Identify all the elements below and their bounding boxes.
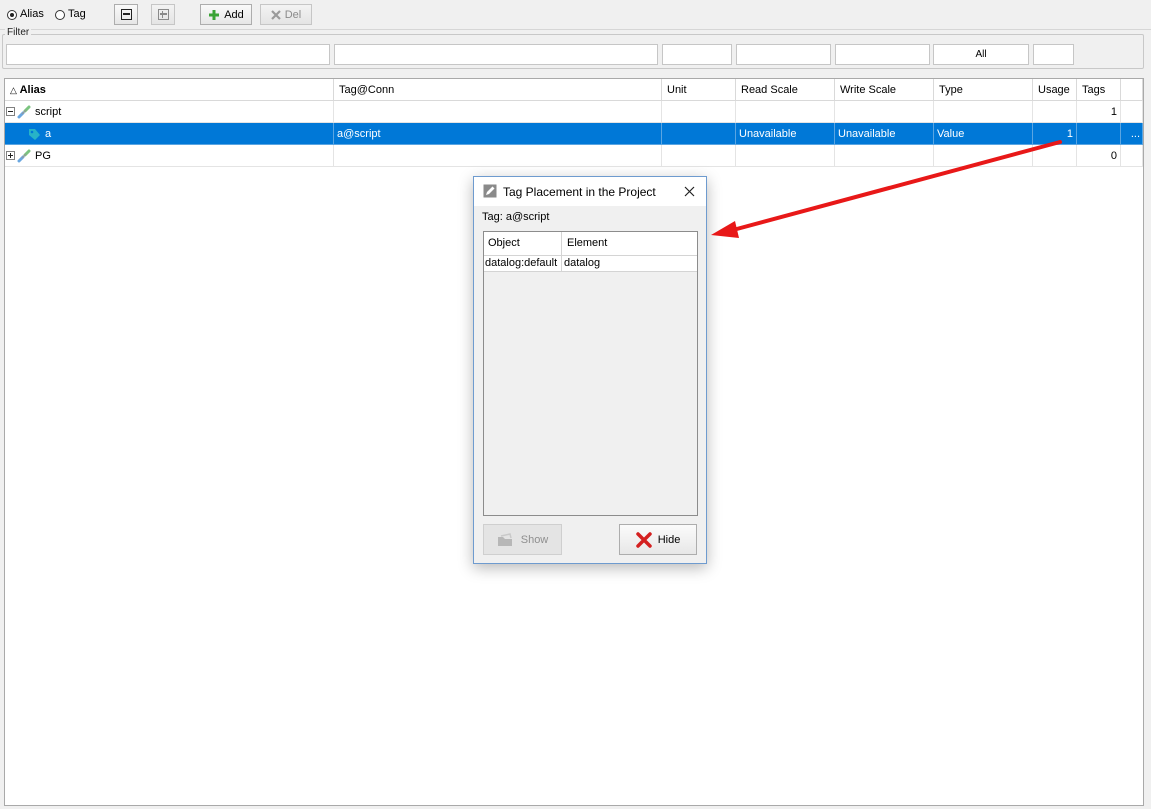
connection-link-icon (17, 149, 31, 163)
tag-icon (29, 129, 40, 140)
filter-tagconn-input[interactable] (334, 44, 658, 65)
collapse-icon (120, 9, 132, 20)
show-folder-icon (497, 532, 512, 546)
expand-all-button[interactable] (151, 4, 175, 25)
filter-legend: Filter (5, 27, 32, 38)
toolbar-divider (0, 29, 1151, 30)
alias-radio-label[interactable]: Alias (20, 8, 44, 20)
tag-radio[interactable] (55, 10, 65, 20)
unit-cell (662, 123, 736, 145)
header-type[interactable]: Type (934, 79, 1033, 101)
header-object[interactable]: Object (484, 232, 562, 255)
header-alias[interactable]: △ Alias (5, 79, 334, 101)
add-button[interactable]: Add (200, 4, 252, 25)
unit-cell (662, 145, 736, 167)
table-row[interactable]: script 1 (5, 101, 1143, 123)
tag-conn-cell (334, 101, 662, 123)
collapse-node-icon[interactable] (6, 107, 15, 116)
header-alias-label: Alias (19, 84, 46, 96)
tags-cell: 1 (1077, 101, 1121, 123)
tag-radio-label[interactable]: Tag (68, 8, 86, 20)
alias-name: a (45, 128, 52, 140)
dialog-tag-label: Tag: a@script (482, 211, 550, 223)
add-button-label: Add (224, 8, 244, 21)
usage-cell (1033, 101, 1077, 123)
placement-table: Object Element datalog:default datalog (483, 231, 698, 516)
collapse-all-button[interactable] (114, 4, 138, 25)
alias-cell: script (5, 101, 334, 123)
alias-cell: a (5, 123, 334, 145)
usage-cell[interactable]: 1 (1033, 123, 1077, 145)
tags-cell: 0 (1077, 145, 1121, 167)
header-extra (1121, 79, 1143, 101)
alias-cell: PG (5, 145, 334, 167)
filter-readscale-input[interactable] (736, 44, 831, 65)
tag-placement-dialog: Tag Placement in the Project Tag: a@scri… (473, 176, 707, 564)
filter-usage-input[interactable] (1033, 44, 1074, 65)
extra-cell (1121, 145, 1143, 167)
filter-unit-input[interactable] (662, 44, 732, 65)
show-button[interactable]: Show (483, 524, 562, 555)
write-scale-cell (835, 145, 934, 167)
alias-name: PG (35, 150, 51, 162)
header-element[interactable]: Element (567, 232, 607, 255)
tag-conn-cell (334, 145, 662, 167)
delete-x-icon (270, 9, 281, 20)
filter-writescale-input[interactable] (835, 44, 930, 65)
object-cell: datalog:default (484, 256, 562, 271)
tag-conn-cell: a@script (334, 123, 662, 145)
filter-alias-input[interactable] (6, 44, 330, 65)
alias-radio[interactable] (7, 10, 17, 20)
type-cell (934, 101, 1033, 123)
filter-type-select[interactable]: All (933, 44, 1029, 65)
type-cell: Value (934, 123, 1033, 145)
header-usage[interactable]: Usage (1033, 79, 1077, 101)
tags-cell (1077, 123, 1121, 145)
table-row[interactable]: PG 0 (5, 145, 1143, 167)
dialog-titlebar[interactable]: Tag Placement in the Project (474, 177, 706, 206)
delete-button-label: Del (284, 8, 302, 21)
expand-node-icon[interactable] (6, 151, 15, 160)
hide-button[interactable]: Hide (619, 524, 697, 555)
header-read-scale[interactable]: Read Scale (736, 79, 835, 101)
show-button-label: Show (520, 533, 549, 546)
header-unit[interactable]: Unit (662, 79, 736, 101)
placement-table-header: Object Element (484, 232, 697, 256)
more-button[interactable]: ... (1121, 123, 1143, 145)
table-row-selected[interactable]: a a@script Unavailable Unavailable Value… (5, 123, 1143, 145)
hide-x-icon (635, 531, 652, 548)
write-scale-cell (835, 101, 934, 123)
alias-name: script (35, 106, 62, 118)
connection-link-icon (17, 105, 31, 119)
header-tags[interactable]: Tags (1077, 79, 1121, 101)
element-cell: datalog (564, 257, 601, 269)
dialog-title: Tag Placement in the Project (503, 185, 656, 199)
read-scale-cell (736, 145, 835, 167)
write-scale-cell: Unavailable (835, 123, 934, 145)
edit-pencil-icon (483, 184, 497, 198)
sort-ascending-icon: △ (10, 85, 17, 95)
delete-button[interactable]: Del (260, 4, 312, 25)
list-item[interactable]: datalog:default datalog (484, 256, 697, 272)
header-tag-conn[interactable]: Tag@Conn (334, 79, 662, 101)
type-cell (934, 145, 1033, 167)
hide-button-label: Hide (657, 533, 681, 546)
close-icon[interactable] (684, 186, 695, 197)
header-write-scale[interactable]: Write Scale (835, 79, 934, 101)
plus-icon (209, 9, 220, 20)
read-scale-cell: Unavailable (736, 123, 835, 145)
unit-cell (662, 101, 736, 123)
expand-icon (157, 9, 169, 20)
read-scale-cell (736, 101, 835, 123)
extra-cell (1121, 101, 1143, 123)
usage-cell (1033, 145, 1077, 167)
